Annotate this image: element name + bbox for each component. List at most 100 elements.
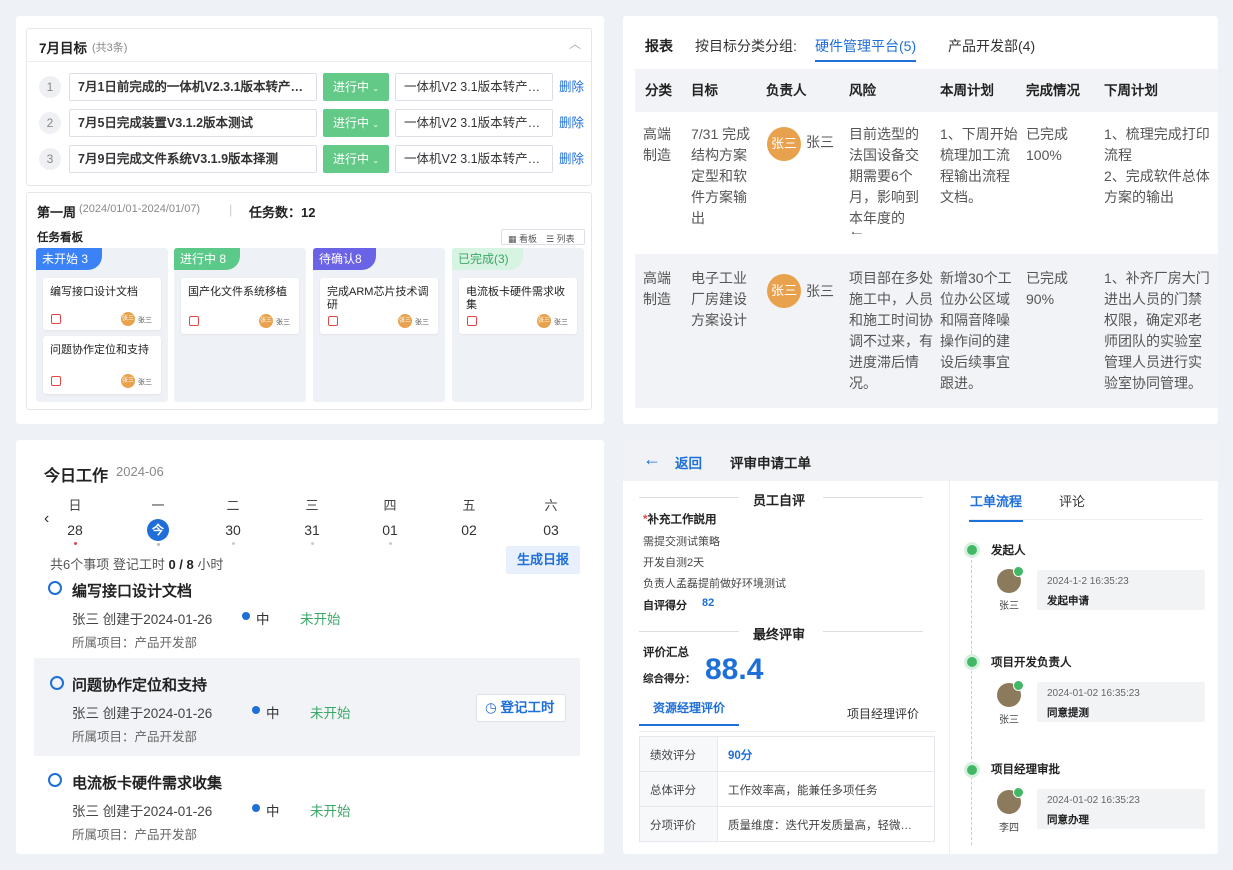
column-header: 未开始 3 <box>36 248 103 270</box>
flow-step-title: 项目开发负责人 <box>991 657 1072 669</box>
tab-hardware-platform[interactable]: 硬件管理平台(5) <box>815 36 917 62</box>
log-hours-label: 登记工时 <box>500 700 555 715</box>
day-cell[interactable]: 二 30 <box>213 496 253 547</box>
cell-risk: 项目部在多处施工中，人员和施工时间协调不过来，有进度滞后情况。 <box>849 270 933 391</box>
tab-resource-manager[interactable]: 资源经理评价 <box>639 699 739 726</box>
list-view-button[interactable]: ☰ 列表 <box>546 232 575 245</box>
avatar: 张三 <box>121 312 135 326</box>
day-cell[interactable]: 三 31 <box>292 496 332 547</box>
chevron-left-icon[interactable]: ‹ <box>44 510 49 528</box>
owner-name: 张三 <box>138 317 152 324</box>
delete-button[interactable]: 删除 <box>559 73 584 101</box>
flow-record: 2024-1-2 16:35:23 发起申请 <box>1037 570 1205 610</box>
cell-next: 1、补齐厂房大门进出人员的门禁权限，确定邓老师团队的实验室管理人员进行实验室协同… <box>1104 270 1210 391</box>
ticket-header <box>623 439 1218 481</box>
goal-status-select[interactable]: 进行中 ⌄ <box>323 109 389 137</box>
goal-name-input[interactable]: 7月9日完成文件系统V3.1.9版本择测 <box>69 145 317 173</box>
priority: 中 <box>266 804 280 819</box>
monthly-goals-panel: 7月目标 (共3条) ︿ 1 7月1日前完成的一体机V2.3.1版本转产… 进行… <box>16 16 604 424</box>
column-header: 进行中 8 <box>174 248 241 270</box>
task-card[interactable]: 国产化文件系统移植 张三 张三 <box>181 278 299 334</box>
flow-step-title: 发起人 <box>991 545 1026 557</box>
task-title: 编写接口设计文档 <box>50 286 138 298</box>
tab-project-manager[interactable]: 项目经理评价 <box>847 705 919 722</box>
cell-category: 高端制造 <box>643 126 671 163</box>
col-header: 风险 <box>849 83 876 98</box>
generate-report-button[interactable]: 生成日报 <box>506 546 580 574</box>
flow-record: 2024-01-02 16:35:23 同意提测 <box>1037 682 1205 722</box>
goal-status-select[interactable]: 进行中 ⌄ <box>323 73 389 101</box>
arrow-left-icon[interactable]: ← <box>643 449 661 470</box>
task-meta: 张三 创建于2024-01-26 <box>72 804 213 819</box>
today-date: 2024-06 <box>116 464 164 479</box>
cell-plan: 1、下周开始梳理加工流程输出流程文档。 <box>940 126 1018 205</box>
goal-version-input[interactable]: 一体机V2 3.1版本转产… <box>395 145 553 173</box>
board-view-button[interactable]: ▦ 看板 <box>508 232 537 245</box>
task-card[interactable]: 编写接口设计文档 张三 张三 <box>43 278 161 330</box>
flow-step-dot <box>967 657 977 667</box>
today-work-panel: 今日工作 2024-06 ‹ 日 28 一今 二 30 三 31 四 01 五 02 六 0… <box>16 440 604 854</box>
priority-dot <box>252 706 260 714</box>
weekday: 四 <box>383 498 397 513</box>
goal-name-input[interactable]: 7月1日前完成的一体机V2.3.1版本转产… <box>69 73 317 101</box>
owner-name: 张三 <box>415 319 429 326</box>
list-item[interactable]: 问题协作定位和支持 张三 创建于2024-01-26 中 未开始 所属项目：产品… <box>34 658 580 756</box>
day-cell[interactable]: 五 02 <box>449 496 489 540</box>
col-header: 本周计划 <box>940 83 994 98</box>
task-meta: 张三 创建于2024-01-26 <box>72 706 213 721</box>
delete-button[interactable]: 删除 <box>559 109 584 137</box>
flow-time: 2024-01-02 16:35:23 <box>1047 795 1140 806</box>
goal-status-select[interactable]: 进行中 ⌄ <box>323 145 389 173</box>
task-title: 编写接口设计文档 <box>72 583 193 600</box>
eval-key: 总体评分 <box>650 785 696 797</box>
alarm-icon <box>467 316 477 326</box>
cell-done: 已完成90% <box>1026 270 1068 307</box>
day-cell[interactable]: 日 28 <box>55 496 95 547</box>
list-icon: ☰ <box>546 234 555 244</box>
goal-version-input[interactable]: 一体机V2 3.1版本转产… <box>395 73 553 101</box>
list-item[interactable]: 电流板卡硬件需求收集 张三 创建于2024-01-26 中 未开始 所属项目：产… <box>34 766 580 846</box>
weekday: 日 <box>68 498 82 513</box>
board-view-label: 看板 <box>519 234 538 244</box>
today-title: 今日工作 <box>44 468 109 485</box>
tab-workflow[interactable]: 工单流程 <box>969 491 1023 522</box>
review-ticket-panel: ← 返回 评审申请工单 员工自评 *补充工作説用 需提交测试策略 开发自测2天 … <box>623 439 1218 854</box>
list-item[interactable]: 编写接口设计文档 张三 创建于2024-01-26 中 未开始 所属项目：产品开… <box>34 574 580 654</box>
goal-index: 2 <box>39 112 61 134</box>
day-number: 28 <box>67 522 83 538</box>
clock-icon: ◷ <box>485 700 497 715</box>
goal-row: 2 7月5日完成装置V3.1.2版本测试 进行中 ⌄ 一体机V2 3.1版本转产… <box>39 109 599 137</box>
task-card[interactable]: 完成ARM芯片技术调研 张三 张三 <box>320 278 438 334</box>
chevron-down-icon: ⌄ <box>372 84 380 93</box>
alarm-icon <box>51 314 61 324</box>
avatar: 张三 <box>398 314 412 328</box>
kanban-column-pending: 待确认8 完成ARM芯片技术调研 张三 张三 <box>313 248 445 402</box>
collapse-icon[interactable]: ︿ <box>569 35 581 52</box>
delete-button[interactable]: 删除 <box>559 145 584 173</box>
tab-product-dept[interactable]: 产品开发部(4) <box>948 36 1035 56</box>
goal-index: 3 <box>39 148 61 170</box>
day-number: 今 <box>147 519 169 541</box>
cell-risk: 目前选型的法国设备交期需要6个月，影响到本年度的年…… <box>849 126 919 234</box>
priority: 中 <box>266 706 280 721</box>
task-card[interactable]: 问题协作定位和支持 张三 张三 <box>43 336 161 394</box>
tab-comment[interactable]: 评论 <box>1059 491 1085 510</box>
status-label: 进行中 <box>332 80 369 94</box>
review-line: 开发自测2天 <box>643 557 705 569</box>
goal-name-input[interactable]: 7月5日完成装置V3.1.2版本测试 <box>69 109 317 137</box>
back-button[interactable]: 返回 <box>675 452 702 472</box>
day-number: 30 <box>225 522 241 538</box>
table-row[interactable]: 高端制造 电子工业厂房建设方案设计 张三 张三 项目部在多处施工中，人员和施工时… <box>635 254 1218 408</box>
day-number: 31 <box>304 522 320 538</box>
grid-icon: ▦ <box>508 234 517 244</box>
day-cell[interactable]: 六 03 <box>531 496 571 540</box>
day-cell[interactable]: 四 01 <box>370 496 410 547</box>
goal-version-input[interactable]: 一体机V2 3.1版本转产… <box>395 109 553 137</box>
day-cell-today[interactable]: 一今 <box>138 496 178 548</box>
kanban-column-inprogress: 进行中 8 国产化文件系统移植 张三 张三 <box>174 248 306 402</box>
log-hours-button[interactable]: ◷ 登记工时 <box>476 694 566 722</box>
task-card[interactable]: 电流板卡硬件需求收集 张三 张三 <box>459 278 577 334</box>
goals-count: (共3条) <box>92 42 128 54</box>
kanban-column-done: 已完成(3) 电流板卡硬件需求收集 张三 张三 <box>452 248 584 402</box>
table-row[interactable]: 高端制造 7/31 完成结构方案定型和软件方案输出 张三 张三 目前选型的法国设… <box>635 112 1218 254</box>
